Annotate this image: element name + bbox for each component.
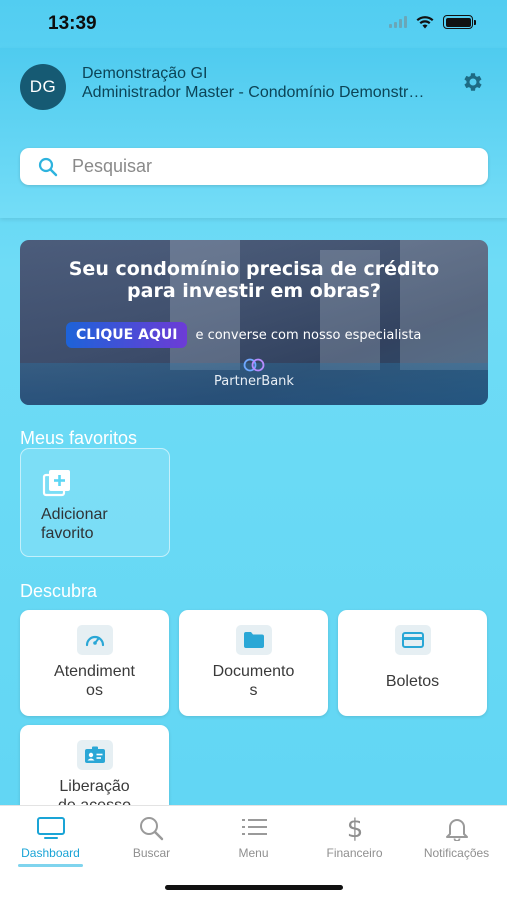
tab-label: Notificações [423, 846, 490, 860]
tile-label-line1: Documento [212, 663, 295, 680]
banner-cta-button[interactable]: CLIQUE AQUI [66, 322, 188, 348]
tile-label-line2: s [249, 682, 258, 699]
tab-label: Menu [238, 846, 269, 860]
tile-label-line2: os [86, 682, 103, 699]
folder-icon [244, 632, 264, 648]
tile-label-line1: Liberação [59, 778, 130, 795]
monitor-icon [37, 817, 65, 839]
avatar[interactable]: DG [20, 64, 66, 110]
home-indicator [165, 885, 343, 890]
banner-title: Seu condomínio precisa de crédito para i… [20, 258, 488, 302]
header: DG Demonstração GI Administrador Master … [0, 48, 507, 218]
tile-label-line1: Atendiment [54, 663, 135, 680]
cellular-signal-icon [389, 16, 407, 28]
banner-title-line2: para investir em obras? [127, 280, 381, 302]
tile-documentos[interactable]: Documento s [179, 610, 328, 716]
tile-label: Documento s [189, 662, 318, 700]
banner-title-line1: Seu condomínio precisa de crédito [68, 258, 440, 280]
user-name: Demonstração GI [82, 65, 208, 82]
status-bar: 13:39 [0, 0, 507, 48]
add-favorite-label-line2: favorito [41, 525, 94, 542]
tile-atendimentos[interactable]: Atendiment os [20, 610, 169, 716]
svg-text:$: $ [347, 815, 364, 841]
tile-icon-bg [77, 740, 113, 770]
discover-title: Descubra [20, 581, 98, 601]
tab-label: Buscar [132, 846, 171, 860]
speedometer-icon [85, 635, 105, 647]
banner-cta-row: CLIQUE AQUI e converse com nosso especia… [66, 322, 421, 348]
card-icon [402, 632, 424, 648]
tile-label: Boletos [348, 672, 477, 691]
bell-icon [446, 819, 468, 841]
tab-buscar[interactable]: Buscar [101, 806, 202, 871]
tab-dashboard[interactable]: Dashboard [0, 806, 101, 871]
add-favorite-label: Adicionar favorito [41, 505, 108, 543]
tab-label: Dashboard [21, 846, 80, 860]
partner-logo-text: PartnerBank [214, 374, 294, 389]
search-icon [38, 157, 58, 177]
badge-icon [85, 746, 105, 763]
favorites-title: Meus favoritos [20, 428, 138, 448]
status-icons [389, 14, 476, 30]
battery-icon [443, 15, 476, 29]
banner-subtitle: e converse com nosso especialista [195, 327, 422, 343]
tile-label: Atendiment os [30, 662, 159, 700]
gear-icon[interactable] [461, 70, 485, 94]
add-favorite-button[interactable]: Adicionar favorito [20, 448, 170, 557]
partner-logo-icon [243, 358, 265, 372]
app-screen: 13:39 DG Demonstração GI Administrador M… [0, 0, 507, 900]
search-icon [140, 817, 164, 841]
add-favorite-label-line1: Adicionar [41, 506, 108, 523]
tile-boletos[interactable]: Boletos [338, 610, 487, 716]
active-tab-indicator [18, 864, 83, 867]
menu-icon [242, 819, 267, 835]
dollar-icon: $ [347, 815, 364, 841]
tile-icon-bg [395, 625, 431, 655]
tab-label: Financeiro [326, 846, 383, 860]
add-favorite-icon [42, 470, 70, 497]
search-input[interactable] [72, 148, 472, 185]
search-bar[interactable] [20, 148, 488, 185]
partner-logo: PartnerBank [20, 358, 488, 390]
tab-notificacoes[interactable]: Notificações [406, 806, 507, 871]
tab-menu[interactable]: Menu [203, 806, 304, 871]
tab-financeiro[interactable]: $ Financeiro [304, 806, 405, 871]
tile-icon-bg [236, 625, 272, 655]
promo-banner[interactable]: Seu condomínio precisa de crédito para i… [20, 240, 488, 405]
user-role: Administrador Master - Condomínio Demons… [82, 84, 427, 101]
wifi-icon [416, 16, 434, 29]
tile-icon-bg [77, 625, 113, 655]
tile-label-line1: Boletos [385, 673, 440, 690]
status-time: 13:39 [48, 13, 97, 34]
